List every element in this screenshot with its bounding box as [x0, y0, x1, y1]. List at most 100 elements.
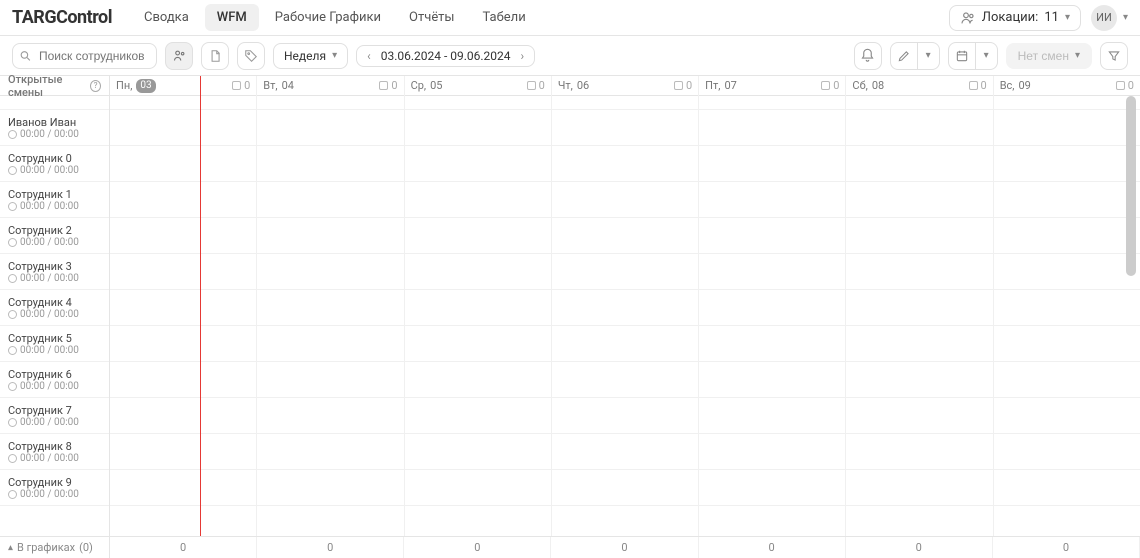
schedule-cell[interactable] [699, 110, 845, 146]
employee-row[interactable]: Сотрудник 400:00 / 00:00 [0, 290, 109, 326]
schedule-cell[interactable] [405, 218, 551, 254]
schedule-cell[interactable] [994, 398, 1140, 434]
employee-row[interactable]: Сотрудник 600:00 / 00:00 [0, 362, 109, 398]
nav-item-3[interactable]: Отчёты [397, 4, 466, 31]
calendar-dropdown-button[interactable]: ▾ [976, 42, 998, 70]
schedule-cell[interactable] [405, 362, 551, 398]
calendar-button[interactable] [948, 42, 976, 70]
schedule-cell[interactable] [257, 470, 403, 506]
edit-button[interactable] [890, 42, 918, 70]
day-header[interactable]: Вс, 090 [994, 76, 1140, 96]
schedule-cell[interactable] [110, 362, 256, 398]
date-range-text[interactable]: 03.06.2024 - 09.06.2024 [381, 49, 511, 63]
vertical-scrollbar[interactable] [1126, 96, 1136, 536]
date-next-button[interactable]: › [519, 49, 527, 63]
schedule-cell[interactable] [846, 290, 992, 326]
footer-toggle[interactable]: ▾ В графиках (0) [0, 537, 110, 558]
nav-item-4[interactable]: Табели [470, 4, 537, 31]
schedule-cell[interactable] [552, 182, 698, 218]
day-header[interactable]: Ср, 050 [405, 76, 551, 96]
day-header[interactable]: Пт, 070 [699, 76, 845, 96]
schedule-cell[interactable] [699, 326, 845, 362]
schedule-cell[interactable] [846, 218, 992, 254]
day-header[interactable]: Вт, 040 [257, 76, 403, 96]
user-menu[interactable]: ИИ ▾ [1091, 5, 1128, 31]
schedule-cell[interactable] [552, 110, 698, 146]
open-shifts-cell[interactable] [846, 96, 992, 110]
schedule-cell[interactable] [846, 470, 992, 506]
schedule-cell[interactable] [257, 254, 403, 290]
schedule-cell[interactable] [405, 326, 551, 362]
schedule-cell[interactable] [110, 398, 256, 434]
schedule-cell[interactable] [257, 182, 403, 218]
open-shifts-cell[interactable] [994, 96, 1140, 110]
schedule-cell[interactable] [699, 182, 845, 218]
notifications-button[interactable] [854, 42, 882, 70]
schedule-cell[interactable] [994, 470, 1140, 506]
schedule-cell[interactable] [699, 218, 845, 254]
day-header[interactable]: Сб, 080 [846, 76, 992, 96]
open-shifts-cell[interactable] [405, 96, 551, 110]
schedule-cell[interactable] [699, 470, 845, 506]
schedule-cell[interactable] [994, 110, 1140, 146]
schedule-cell[interactable] [552, 218, 698, 254]
employee-row[interactable]: Сотрудник 000:00 / 00:00 [0, 146, 109, 182]
schedule-cell[interactable] [699, 290, 845, 326]
schedule-cell[interactable] [994, 434, 1140, 470]
schedule-cell[interactable] [552, 254, 698, 290]
schedule-cell[interactable] [552, 146, 698, 182]
day-header[interactable]: Пн, 030 [110, 76, 256, 96]
schedule-cell[interactable] [846, 326, 992, 362]
schedule-cell[interactable] [405, 254, 551, 290]
schedule-cell[interactable] [994, 290, 1140, 326]
schedule-cell[interactable] [699, 434, 845, 470]
filter-button[interactable] [1100, 42, 1128, 70]
date-prev-button[interactable]: ‹ [365, 49, 373, 63]
schedule-cell[interactable] [110, 254, 256, 290]
schedule-cell[interactable] [405, 434, 551, 470]
schedule-cell[interactable] [257, 290, 403, 326]
schedule-cell[interactable] [846, 398, 992, 434]
schedule-cell[interactable] [699, 146, 845, 182]
open-shifts-cell[interactable] [110, 96, 256, 110]
schedule-cell[interactable] [552, 434, 698, 470]
employee-row[interactable]: Сотрудник 700:00 / 00:00 [0, 398, 109, 434]
schedule-cell[interactable] [994, 218, 1140, 254]
nav-item-1[interactable]: WFM [205, 4, 259, 31]
schedule-cell[interactable] [110, 182, 256, 218]
schedule-cell[interactable] [994, 362, 1140, 398]
schedule-cell[interactable] [110, 110, 256, 146]
employee-row[interactable]: Иванов Иван00:00 / 00:00 [0, 110, 109, 146]
schedule-cell[interactable] [846, 254, 992, 290]
open-shifts-header[interactable]: Открытые смены ? [0, 76, 109, 96]
employee-row[interactable]: Сотрудник 200:00 / 00:00 [0, 218, 109, 254]
schedule-cell[interactable] [405, 398, 551, 434]
schedule-cell[interactable] [405, 470, 551, 506]
schedule-cell[interactable] [552, 290, 698, 326]
schedule-cell[interactable] [405, 290, 551, 326]
open-shifts-cell[interactable] [552, 96, 698, 110]
schedule-cell[interactable] [994, 182, 1140, 218]
schedule-cell[interactable] [110, 326, 256, 362]
tag-filter-button[interactable] [237, 42, 265, 70]
schedule-cell[interactable] [552, 362, 698, 398]
schedule-cell[interactable] [846, 182, 992, 218]
employee-row[interactable]: Сотрудник 900:00 / 00:00 [0, 470, 109, 506]
schedule-cell[interactable] [257, 146, 403, 182]
employee-row[interactable]: Сотрудник 500:00 / 00:00 [0, 326, 109, 362]
nav-item-0[interactable]: Сводка [132, 4, 201, 31]
schedule-cell[interactable] [110, 434, 256, 470]
schedule-cell[interactable] [846, 146, 992, 182]
schedule-cell[interactable] [699, 398, 845, 434]
schedule-cell[interactable] [110, 290, 256, 326]
schedule-cell[interactable] [257, 398, 403, 434]
schedule-cell[interactable] [110, 218, 256, 254]
schedule-cell[interactable] [552, 326, 698, 362]
document-view-button[interactable] [201, 42, 229, 70]
open-shifts-cell[interactable] [257, 96, 403, 110]
schedule-cell[interactable] [257, 434, 403, 470]
help-icon[interactable]: ? [90, 80, 101, 92]
location-selector[interactable]: Локации: 11 ▾ [949, 5, 1081, 31]
scrollbar-thumb[interactable] [1126, 96, 1136, 276]
schedule-cell[interactable] [846, 110, 992, 146]
